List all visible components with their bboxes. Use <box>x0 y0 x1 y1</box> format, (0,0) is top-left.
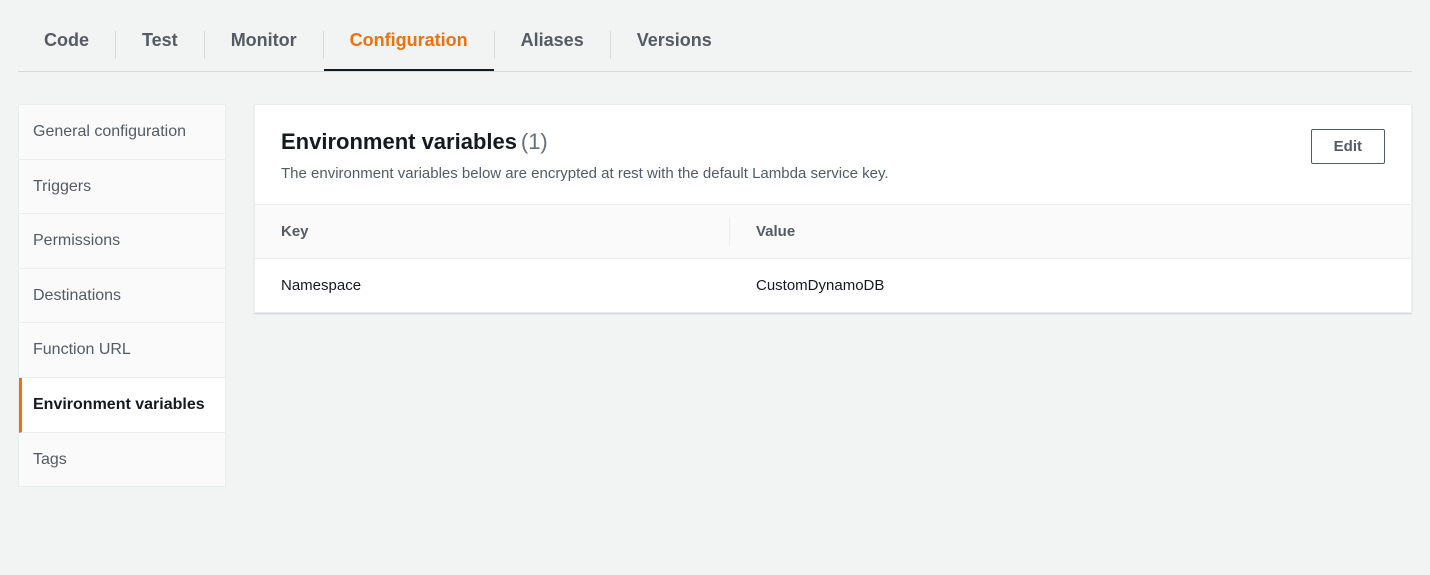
sidebar-item-environment-variables[interactable]: Environment variables <box>19 378 225 433</box>
top-tabs: Code Test Monitor Configuration Aliases … <box>18 0 1412 72</box>
edit-button[interactable]: Edit <box>1311 129 1385 164</box>
table-header-value: Value <box>730 205 1411 258</box>
env-variables-table: Key Value Namespace CustomDynamoDB <box>255 205 1411 312</box>
tab-code[interactable]: Code <box>18 18 115 71</box>
table-row: Namespace CustomDynamoDB <box>255 259 1411 312</box>
tab-monitor[interactable]: Monitor <box>205 18 323 71</box>
sidebar-item-triggers[interactable]: Triggers <box>19 160 225 215</box>
sidebar-item-permissions[interactable]: Permissions <box>19 214 225 269</box>
panel-header: Environment variables (1) The environmen… <box>255 105 1411 205</box>
table-header-row: Key Value <box>255 205 1411 259</box>
environment-variables-panel: Environment variables (1) The environmen… <box>254 104 1412 313</box>
panel-description: The environment variables below are encr… <box>281 163 1311 184</box>
table-cell-key: Namespace <box>255 259 730 312</box>
sidebar-item-tags[interactable]: Tags <box>19 433 225 487</box>
sidebar-item-destinations[interactable]: Destinations <box>19 269 225 324</box>
table-header-key: Key <box>255 205 730 258</box>
config-sidebar: General configuration Triggers Permissio… <box>18 104 226 487</box>
tab-versions[interactable]: Versions <box>611 18 738 71</box>
tab-configuration[interactable]: Configuration <box>324 18 494 71</box>
tab-test[interactable]: Test <box>116 18 204 71</box>
sidebar-item-general-configuration[interactable]: General configuration <box>19 105 225 160</box>
panel-title-area: Environment variables (1) The environmen… <box>281 129 1311 184</box>
sidebar-item-function-url[interactable]: Function URL <box>19 323 225 378</box>
tab-aliases[interactable]: Aliases <box>495 18 610 71</box>
panel-title: Environment variables <box>281 129 517 154</box>
table-cell-value: CustomDynamoDB <box>730 259 1411 312</box>
panel-count: (1) <box>521 129 548 154</box>
